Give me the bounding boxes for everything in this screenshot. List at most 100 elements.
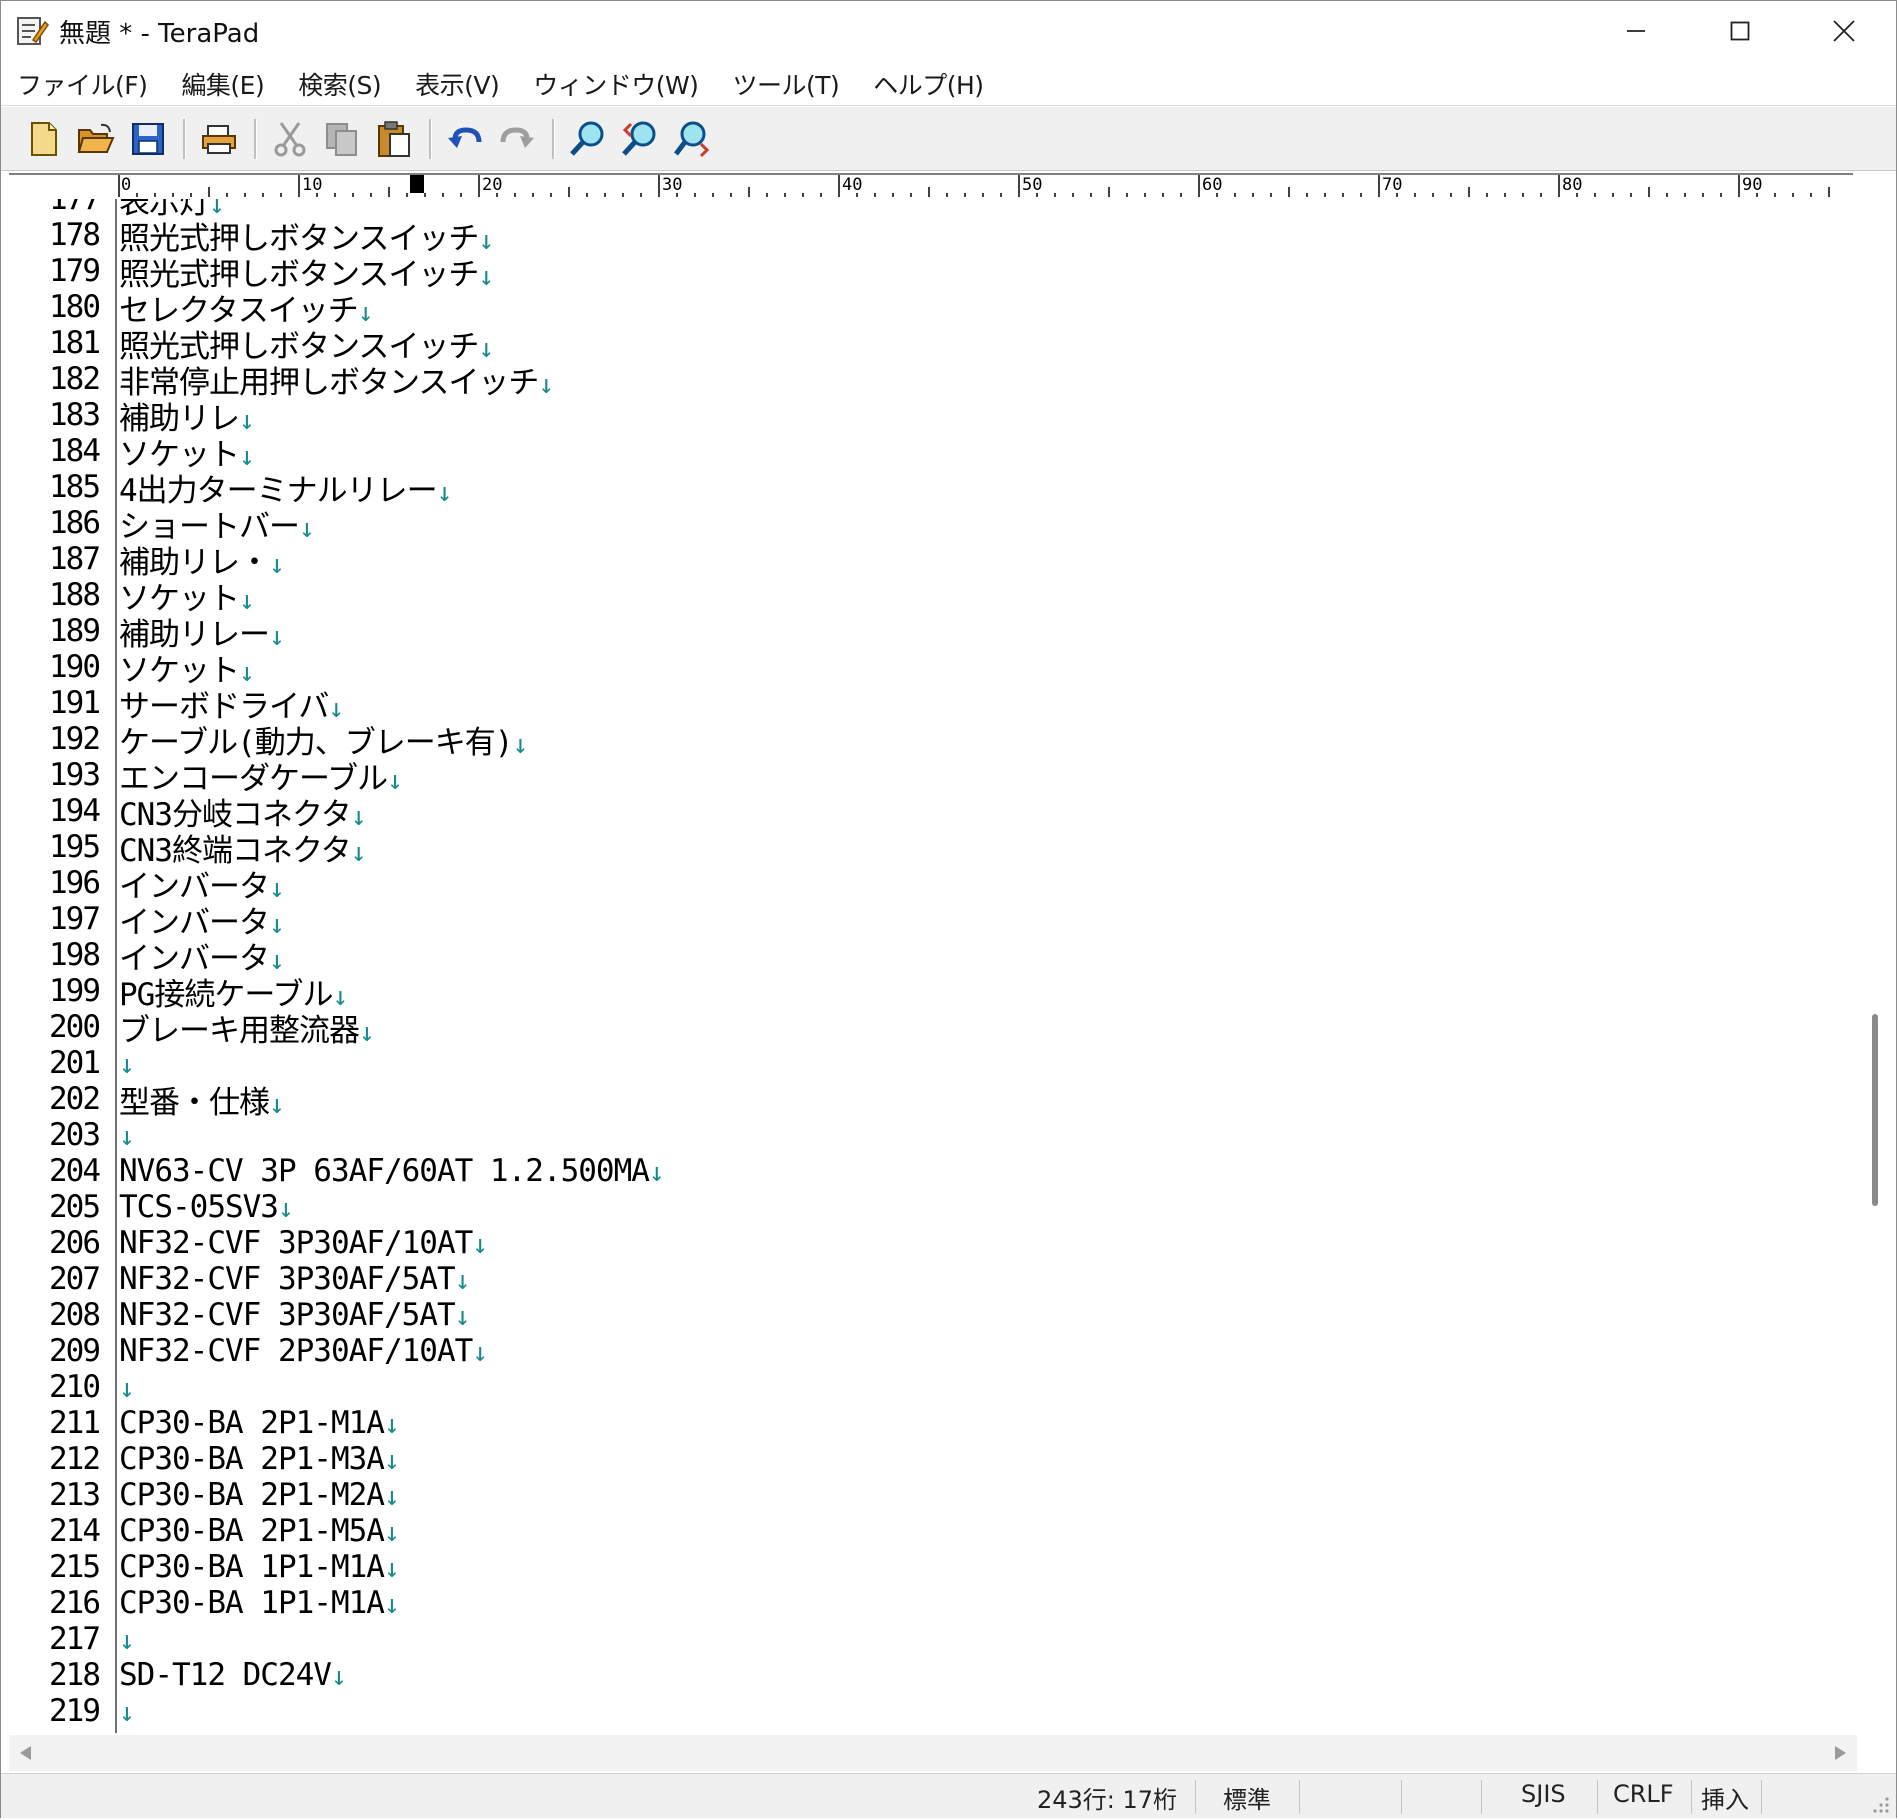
line-text[interactable]: TCS-05SV3↓: [119, 1189, 294, 1225]
end-of-line-marker: ↓: [436, 477, 453, 508]
line-number: 194: [49, 793, 101, 829]
title-bar[interactable]: 無題 * - TeraPad: [1, 1, 1896, 61]
editor-line[interactable]: 219 ↓: [9, 1693, 1849, 1729]
line-text[interactable]: ↓: [119, 1369, 135, 1405]
find-next-button[interactable]: [669, 116, 715, 162]
editor-line[interactable]: 203 ↓: [9, 1117, 1849, 1153]
line-text[interactable]: CP30-BA 2P1-M1A↓: [119, 1405, 400, 1441]
minimize-button[interactable]: [1584, 1, 1688, 61]
cut-button[interactable]: [267, 116, 313, 162]
end-of-line-marker: ↓: [119, 1374, 135, 1404]
editor-line[interactable]: 202 型番・仕様↓: [9, 1081, 1849, 1121]
editor-line[interactable]: 213 CP30-BA 2P1-M2A↓: [9, 1477, 1849, 1513]
editor-line[interactable]: 212 CP30-BA 2P1-M3A↓: [9, 1441, 1849, 1477]
editor-line[interactable]: 207 NF32-CVF 3P30AF/5AT↓: [9, 1261, 1849, 1297]
line-text[interactable]: ブレーキ用整流器↓: [119, 1005, 375, 1050]
menu-help[interactable]: ヘルプ(H): [873, 66, 984, 102]
editor-line[interactable]: 209 NF32-CVF 2P30AF/10AT↓: [9, 1333, 1849, 1369]
editor-line[interactable]: 215 CP30-BA 1P1-M1A↓: [9, 1549, 1849, 1585]
editor-line[interactable]: 183 補助リレ↓: [9, 397, 1849, 437]
line-text[interactable]: NF32-CVF 3P30AF/5AT↓: [119, 1297, 470, 1333]
editor-line[interactable]: 218 SD-T12 DC24V↓: [9, 1657, 1849, 1693]
line-number: 178: [49, 217, 101, 253]
editor-line[interactable]: 204 NV63-CV 3P 63AF/60AT 1.2.500MA↓: [9, 1153, 1849, 1189]
line-text[interactable]: CP30-BA 2P1-M5A↓: [119, 1513, 400, 1549]
editor-line[interactable]: 201 ↓: [9, 1045, 1849, 1081]
menu-edit[interactable]: 編集(E): [181, 66, 264, 102]
save-button[interactable]: [125, 116, 171, 162]
end-of-line-marker: ↓: [330, 1662, 347, 1692]
editor-line[interactable]: 208 NF32-CVF 3P30AF/5AT↓: [9, 1297, 1849, 1333]
encoding-indicator[interactable]: SJIS: [1521, 1780, 1566, 1808]
editor-line[interactable]: 211 CP30-BA 2P1-M1A↓: [9, 1405, 1849, 1441]
editor-line[interactable]: 186 ショートバー↓: [9, 505, 1849, 545]
line-number: 213: [49, 1477, 101, 1513]
new-file-button[interactable]: [21, 116, 67, 162]
editor-line[interactable]: 210 ↓: [9, 1369, 1849, 1405]
menu-view[interactable]: 表示(V): [415, 66, 500, 102]
text-editor[interactable]: 177 表示灯↓ 178 照光式押しボタンスイッチ↓ 179 照光式押しボタンスイッチ↓ 1…: [9, 199, 1857, 1733]
cursor-position: 243行: 17桁: [1037, 1786, 1178, 1814]
line-ending-indicator[interactable]: CRLF: [1613, 1780, 1674, 1808]
line-text[interactable]: CP30-BA 1P1-M1A↓: [119, 1585, 400, 1621]
editor-line[interactable]: 214 CP30-BA 2P1-M5A↓: [9, 1513, 1849, 1549]
editor-line[interactable]: 205 TCS-05SV3↓: [9, 1189, 1849, 1225]
scroll-right-icon[interactable]: [1833, 1744, 1849, 1762]
end-of-line-marker: ↓: [119, 1050, 135, 1080]
redo-button[interactable]: [494, 116, 540, 162]
line-text[interactable]: CP30-BA 2P1-M2A↓: [119, 1477, 400, 1513]
editor-line[interactable]: 216 CP30-BA 1P1-M1A↓: [9, 1585, 1849, 1621]
undo-button[interactable]: [442, 116, 488, 162]
line-text[interactable]: ↓: [119, 1621, 135, 1657]
line-text[interactable]: NF32-CVF 3P30AF/5AT↓: [119, 1261, 470, 1297]
vertical-scroll-thumb[interactable]: [1872, 1014, 1878, 1206]
line-number: 189: [49, 613, 101, 649]
line-text[interactable]: ↓: [119, 1117, 135, 1153]
end-of-line-marker: ↓: [119, 1122, 135, 1152]
line-text[interactable]: CP30-BA 2P1-M3A↓: [119, 1441, 400, 1477]
line-text[interactable]: NV63-CV 3P 63AF/60AT 1.2.500MA↓: [119, 1153, 665, 1189]
menu-window[interactable]: ウィンドウ(W): [533, 66, 699, 102]
line-text[interactable]: NF32-CVF 3P30AF/10AT↓: [119, 1225, 488, 1261]
editor-line[interactable]: 206 NF32-CVF 3P30AF/10AT↓: [9, 1225, 1849, 1261]
insert-mode-indicator[interactable]: 挿入: [1701, 1780, 1749, 1815]
editor-line[interactable]: 187 補助リレ・↓: [9, 541, 1849, 581]
open-button[interactable]: [73, 116, 119, 162]
editor-line[interactable]: 188 ソケット↓: [9, 577, 1849, 617]
menu-search[interactable]: 検索(S): [298, 66, 381, 102]
line-text[interactable]: SD-T12 DC24V↓: [119, 1657, 347, 1693]
end-of-line-marker: ↓: [269, 1089, 285, 1120]
line-text[interactable]: CP30-BA 1P1-M1A↓: [119, 1549, 400, 1585]
editor-line[interactable]: 195 CN3終端コネクタ↓: [9, 829, 1849, 869]
editor-line[interactable]: 189 補助リレー↓: [9, 613, 1849, 653]
editor-line[interactable]: 197 インバータ↓: [9, 901, 1849, 941]
line-number: 192: [49, 721, 101, 757]
resize-grip-icon[interactable]: [1870, 1794, 1890, 1814]
menu-tools[interactable]: ツール(T): [732, 66, 839, 102]
print-button[interactable]: [196, 116, 242, 162]
find-next-icon: [674, 121, 710, 157]
scroll-left-icon[interactable]: [17, 1744, 33, 1762]
line-text[interactable]: 型番・仕様↓: [119, 1077, 285, 1122]
find-button[interactable]: [565, 116, 611, 162]
paste-button[interactable]: [371, 116, 417, 162]
line-number: 207: [49, 1261, 101, 1297]
save-icon: [132, 122, 164, 155]
ruler-label: 70: [1382, 175, 1403, 195]
horizontal-scrollbar[interactable]: [9, 1735, 1857, 1771]
copy-button[interactable]: [319, 116, 365, 162]
end-of-line-marker: ↓: [472, 1338, 488, 1368]
menu-file[interactable]: ファイル(F): [17, 66, 148, 102]
editor-line[interactable]: 182 非常停止用押しボタンスイッチ↓: [9, 361, 1849, 401]
editor-line[interactable]: 217 ↓: [9, 1621, 1849, 1657]
line-text[interactable]: NF32-CVF 2P30AF/10AT↓: [119, 1333, 488, 1369]
line-text[interactable]: ↓: [119, 1693, 135, 1729]
maximize-icon: [1730, 21, 1750, 41]
vertical-scrollbar[interactable]: [1857, 199, 1893, 1733]
maximize-button[interactable]: [1688, 1, 1792, 61]
editor-line[interactable]: 200 ブレーキ用整流器↓: [9, 1009, 1849, 1049]
find-prev-button[interactable]: [617, 116, 663, 162]
close-button[interactable]: [1792, 1, 1896, 61]
end-of-line-marker: ↓: [648, 1158, 665, 1188]
editor-line[interactable]: 196 インバータ↓: [9, 865, 1849, 905]
